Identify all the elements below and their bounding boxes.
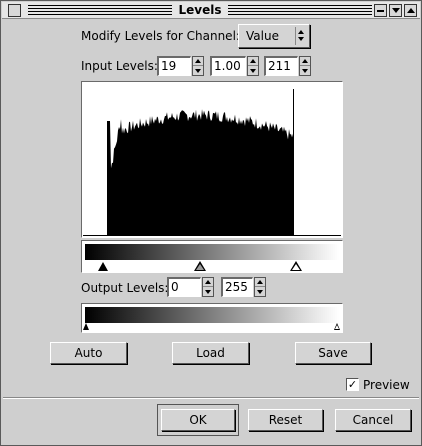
option-arrows-icon xyxy=(298,30,304,41)
window-menu-icon[interactable] xyxy=(8,4,21,17)
minimize-icon[interactable] xyxy=(374,4,387,17)
input-low-spinner[interactable] xyxy=(192,56,204,76)
histogram-frame xyxy=(81,81,343,238)
input-gradient-frame xyxy=(81,240,343,273)
spin-up-icon[interactable] xyxy=(193,57,203,66)
input-gradient-bar xyxy=(85,244,339,260)
output-gradient-frame xyxy=(81,303,343,333)
load-button[interactable]: Load xyxy=(172,342,249,364)
channel-label: Modify Levels for Channel: xyxy=(81,29,240,43)
save-button[interactable]: Save xyxy=(295,342,371,364)
maximize-icon[interactable] xyxy=(404,4,417,17)
input-low-marker[interactable] xyxy=(98,262,108,271)
output-high-field[interactable]: 255 xyxy=(221,277,253,297)
input-high-spinner[interactable] xyxy=(299,56,311,76)
output-gradient-bar xyxy=(85,307,339,323)
spin-down-icon[interactable] xyxy=(248,66,258,75)
shade-icon[interactable] xyxy=(389,4,402,17)
window-title: Levels xyxy=(172,3,228,18)
ok-button[interactable]: OK xyxy=(161,409,235,431)
reset-button[interactable]: Reset xyxy=(248,409,323,431)
spin-up-icon[interactable] xyxy=(300,57,310,66)
action-separator xyxy=(3,397,419,399)
input-low-field[interactable]: 19 xyxy=(157,56,191,76)
output-high-spinner[interactable] xyxy=(254,277,266,297)
spin-up-icon[interactable] xyxy=(255,278,265,287)
input-levels-label: Input Levels: xyxy=(81,59,158,73)
cancel-button[interactable]: Cancel xyxy=(335,409,411,431)
histogram xyxy=(83,89,341,236)
output-high-marker[interactable] xyxy=(335,325,339,329)
auto-button[interactable]: Auto xyxy=(50,342,127,364)
input-gamma-marker[interactable] xyxy=(196,264,204,270)
checkmark-icon: ✓ xyxy=(347,378,358,391)
title-bar[interactable]: Levels xyxy=(2,2,420,19)
spin-down-icon[interactable] xyxy=(300,66,310,75)
spin-down-icon[interactable] xyxy=(203,287,213,296)
spin-up-icon[interactable] xyxy=(248,57,258,66)
output-low-marker[interactable] xyxy=(83,323,89,330)
output-levels-label: Output Levels: xyxy=(81,281,169,295)
output-low-spinner[interactable] xyxy=(202,277,214,297)
preview-checkbox[interactable]: ✓ xyxy=(346,378,359,391)
option-divider xyxy=(295,27,296,45)
output-low-field[interactable]: 0 xyxy=(167,277,201,297)
input-gamma-field[interactable]: 1.00 xyxy=(210,56,246,76)
spin-down-icon[interactable] xyxy=(193,66,203,75)
levels-dialog: Levels Modify Levels for Channel: Value … xyxy=(0,0,422,446)
preview-label: Preview xyxy=(363,378,410,392)
input-high-field[interactable]: 211 xyxy=(264,56,298,76)
input-gamma-spinner[interactable] xyxy=(247,56,259,76)
input-high-marker[interactable] xyxy=(292,264,300,270)
spin-up-icon[interactable] xyxy=(203,278,213,287)
channel-selected: Value xyxy=(246,29,279,43)
channel-option-menu[interactable]: Value xyxy=(238,24,310,48)
spin-down-icon[interactable] xyxy=(255,287,265,296)
histogram-bars xyxy=(107,89,294,235)
